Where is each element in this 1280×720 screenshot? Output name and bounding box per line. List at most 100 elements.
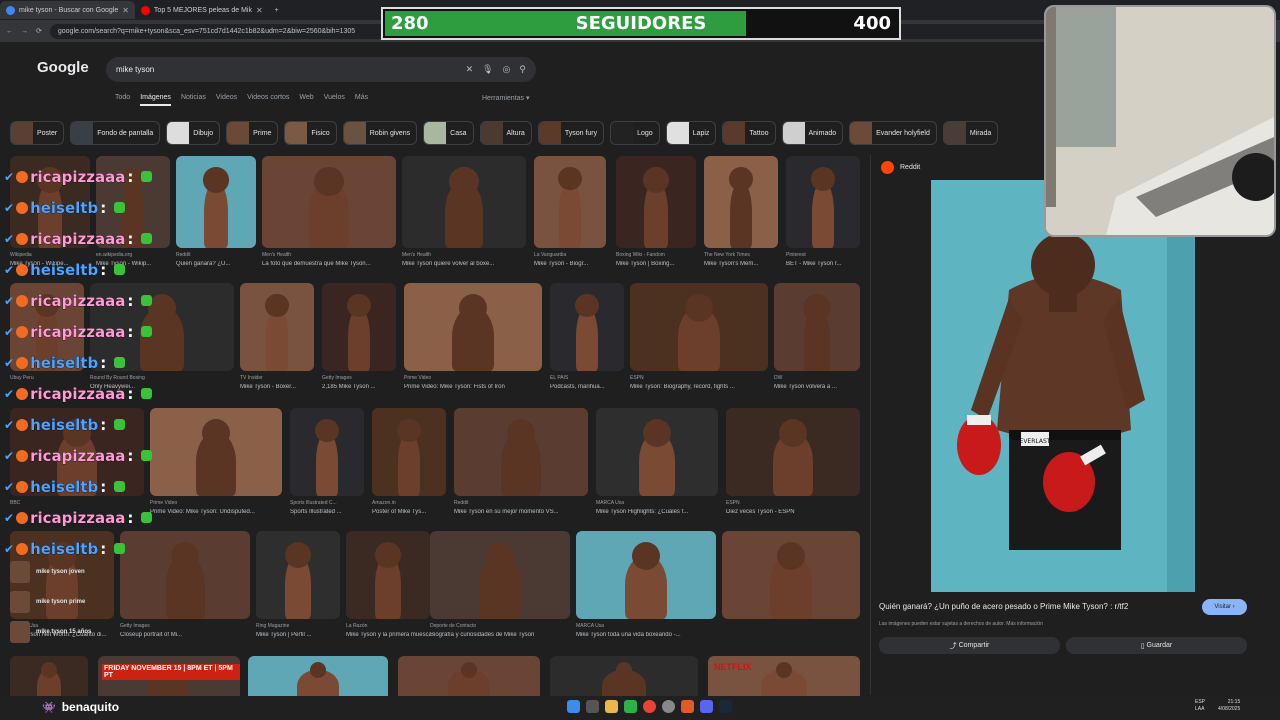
chip-prime[interactable]: Prime [226, 121, 279, 145]
image-result[interactable] [402, 156, 526, 248]
image-result[interactable] [722, 531, 860, 619]
result-caption[interactable]: Mike Tyson toda una vida boxeando -... [576, 632, 716, 638]
result-caption[interactable]: Poster of Mike Tys... [372, 509, 446, 515]
result-caption[interactable]: Closeup portrait of Mi... [120, 632, 250, 638]
visit-button[interactable]: Visitar › [1202, 599, 1247, 615]
language-indicator[interactable]: ESP LAA [1195, 699, 1205, 713]
search-icon[interactable]: ⚲ [519, 64, 526, 75]
result-caption[interactable]: Mike Tyson volverá a ... [774, 384, 860, 390]
new-tab-button[interactable]: + [269, 1, 285, 19]
search-box[interactable]: mike tyson ✕ 🎙 ◎ ⚲ [106, 57, 536, 82]
save-button[interactable]: ▯ Guardar [1066, 637, 1247, 654]
chip-casa[interactable]: Casa [423, 121, 474, 145]
chip-poster[interactable]: Poster [10, 121, 65, 145]
result-caption[interactable]: Biografía y curiosidades de Mike Tyson [430, 632, 570, 638]
back-icon[interactable]: ← [6, 28, 13, 35]
tab-im-genes[interactable]: Imágenes [140, 94, 171, 106]
search-icon[interactable] [586, 700, 599, 713]
result-caption[interactable]: Mike Tyson's Mem... [704, 261, 778, 267]
image-result[interactable] [240, 283, 314, 371]
image-result[interactable] [774, 283, 860, 371]
chip-dibujo[interactable]: Dibujo [166, 121, 221, 145]
image-result[interactable] [248, 656, 388, 696]
result-caption[interactable]: Quién ganará? ¿U... [176, 261, 256, 267]
steam-icon[interactable] [719, 700, 732, 713]
image-result[interactable] [346, 531, 430, 619]
related-search-item[interactable]: mike tyson prime [10, 587, 112, 617]
chip-tyson-fury[interactable]: Tyson fury [537, 121, 605, 145]
image-result[interactable] [534, 156, 606, 248]
tab-m-s[interactable]: Más [355, 94, 368, 106]
result-caption[interactable]: Diez veces Tyson - ESPN [726, 509, 860, 515]
tab-videos[interactable]: Videos [216, 94, 237, 106]
result-caption[interactable]: Mike Tyson en su mejor momento VS... [454, 509, 588, 515]
image-result[interactable] [704, 156, 778, 248]
windows-start-icon[interactable] [567, 700, 580, 713]
tab-videos-cortos[interactable]: Videos cortos [247, 94, 289, 106]
image-result[interactable] [176, 156, 256, 248]
close-icon[interactable]: ✕ [256, 6, 263, 15]
google-logo[interactable]: Google [37, 59, 89, 76]
image-result[interactable] [10, 656, 88, 696]
image-result[interactable] [398, 656, 540, 696]
image-result[interactable]: FRIDAY NOVEMBER 15 | 8PM ET | 5PM PT [98, 656, 240, 696]
forward-icon[interactable]: → [21, 28, 28, 35]
chip-mirada[interactable]: Mirada [942, 121, 999, 145]
chip-lapiz[interactable]: Lapiz [665, 121, 717, 145]
chip-altura[interactable]: Altura [479, 121, 532, 145]
image-result[interactable] [726, 408, 860, 496]
result-caption[interactable]: Mike Tyson quiere volver al boxe... [402, 261, 526, 267]
chip-fondo-de-pantalla[interactable]: Fondo de pantalla [70, 121, 161, 145]
close-icon[interactable]: ✕ [122, 6, 129, 15]
image-result[interactable] [596, 408, 718, 496]
image-result[interactable] [454, 408, 588, 496]
result-caption[interactable]: Mike Tyson | Boxing... [616, 261, 696, 267]
result-caption[interactable]: La foto que demuestra que Mike Tyson... [262, 261, 396, 267]
result-caption[interactable]: Mike Tyson: Biography, record, fights ..… [630, 384, 768, 390]
image-result[interactable] [576, 531, 716, 619]
image-result[interactable] [262, 156, 396, 248]
result-caption[interactable]: Mike Tyson Highlights: ¿Cuáles f... [596, 509, 718, 515]
image-result[interactable] [256, 531, 340, 619]
chip-robin-givens[interactable]: Robin givens [342, 121, 418, 145]
image-result[interactable] [290, 408, 364, 496]
tab-youtube[interactable]: Top 5 MEJORES peleas de Mik ✕ [135, 1, 269, 19]
result-caption[interactable]: Sports Illustrated ... [290, 509, 364, 515]
tab-web[interactable]: Web [299, 94, 313, 106]
chip-animado[interactable]: Animado [781, 121, 844, 145]
image-result[interactable] [786, 156, 860, 248]
image-result[interactable] [630, 283, 768, 371]
image-result[interactable] [550, 283, 624, 371]
chip-logo[interactable]: Logo [610, 121, 660, 145]
image-result[interactable] [430, 531, 570, 619]
result-caption[interactable]: 2,185 Mike Tyson ... [322, 384, 396, 390]
tab-vuelos[interactable]: Vuelos [324, 94, 345, 106]
folder-icon[interactable] [605, 700, 618, 713]
image-result[interactable]: NETFLIX [708, 656, 860, 696]
microphone-icon[interactable]: 🎙 [482, 64, 493, 75]
chrome-icon[interactable] [643, 700, 656, 713]
image-result[interactable] [404, 283, 542, 371]
related-search-item[interactable]: mike tyson 15 años [10, 617, 112, 647]
result-caption[interactable]: Podcasts, marihua... [550, 384, 624, 390]
tab-google-search[interactable]: mike tyson - Buscar con Google ✕ [0, 1, 135, 19]
lens-icon[interactable]: ◎ [503, 64, 511, 75]
discord-icon[interactable] [700, 700, 713, 713]
preview-source[interactable]: Reddit [881, 161, 920, 174]
obs-icon[interactable] [662, 700, 675, 713]
result-caption[interactable]: Mike Tyson | Perfil ... [256, 632, 340, 638]
firefox-icon[interactable] [681, 700, 694, 713]
result-caption[interactable]: BET - Mike Tyson r... [786, 261, 860, 267]
result-caption[interactable]: Mike Tyson y la primera muesca del pi... [346, 632, 430, 638]
chip-tattoo[interactable]: Tattoo [722, 121, 776, 145]
chip-evander-holyfield[interactable]: Evander holyfield [849, 121, 937, 145]
system-clock[interactable]: 21:15 4/08/2025 [1218, 699, 1240, 713]
image-result[interactable] [322, 283, 396, 371]
search-input[interactable]: mike tyson [116, 65, 457, 74]
chip-fisico[interactable]: Fisico [284, 121, 337, 145]
share-button[interactable]: ⤴ Compartir [879, 637, 1060, 654]
image-result[interactable] [372, 408, 446, 496]
tab-noticias[interactable]: Noticias [181, 94, 206, 106]
result-caption[interactable]: Prime Video: Mike Tyson: Fists of Iron [404, 384, 542, 390]
image-result[interactable] [550, 656, 698, 696]
